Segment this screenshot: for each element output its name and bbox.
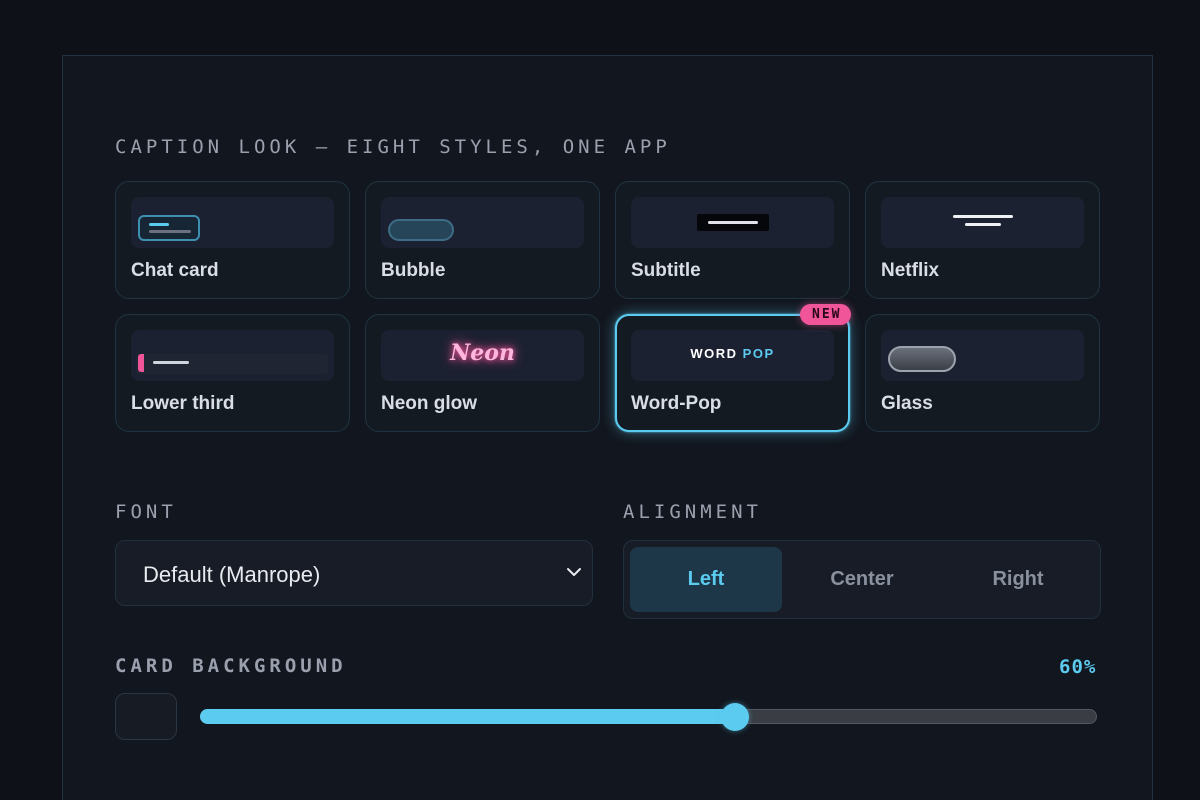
card-background-percent: 60% bbox=[1059, 656, 1097, 678]
alignment-center-button[interactable]: Center bbox=[786, 547, 938, 612]
style-card-word-pop[interactable]: WORD POP Word-Pop NEW bbox=[615, 304, 852, 432]
style-card-label: Netflix bbox=[881, 260, 940, 281]
style-card-netflix[interactable]: Netflix bbox=[865, 181, 1100, 299]
style-card-label: Neon glow bbox=[381, 393, 478, 414]
subtitle-preview-graphic bbox=[697, 214, 769, 231]
font-label: FONT bbox=[115, 501, 177, 523]
alignment-right-button[interactable]: Right bbox=[942, 547, 1094, 612]
style-card-neon-glow[interactable]: Neon Neon glow bbox=[365, 314, 600, 432]
style-card-label: Subtitle bbox=[631, 260, 701, 281]
lower-third-preview-line bbox=[153, 361, 189, 364]
font-select[interactable]: Default (Manrope) bbox=[115, 540, 593, 606]
slider-fill bbox=[200, 709, 736, 724]
lower-third-preview-bar bbox=[136, 354, 328, 374]
caption-settings-panel: CAPTION LOOK — EIGHT STYLES, ONE APP Cha… bbox=[62, 55, 1153, 800]
style-card-label: Word-Pop bbox=[631, 393, 722, 414]
netflix-preview-line-1 bbox=[953, 215, 1013, 218]
chat-card-preview bbox=[131, 197, 334, 248]
neon-glow-preview: Neon bbox=[381, 330, 584, 381]
netflix-preview bbox=[881, 197, 1084, 248]
style-card-lower-third[interactable]: Lower third bbox=[115, 314, 350, 432]
caption-style-grid: Chat card Bubble Subtitle Netflix Lower … bbox=[115, 181, 1101, 433]
style-card-bubble[interactable]: Bubble bbox=[365, 181, 600, 299]
word-pop-preview: WORD POP bbox=[631, 330, 834, 381]
glass-preview-graphic bbox=[888, 346, 956, 372]
card-background-label: CARD BACKGROUND bbox=[115, 655, 347, 677]
caption-look-heading: CAPTION LOOK — EIGHT STYLES, ONE APP bbox=[115, 136, 671, 158]
card-background-color-swatch[interactable] bbox=[115, 693, 177, 740]
style-card-label: Lower third bbox=[131, 393, 235, 414]
new-badge: NEW bbox=[800, 304, 852, 325]
card-background-opacity-slider[interactable] bbox=[200, 702, 1097, 731]
neon-preview-text: Neon bbox=[450, 340, 515, 366]
style-card-label: Glass bbox=[881, 393, 933, 414]
style-card-label: Bubble bbox=[381, 260, 446, 281]
font-select-value: Default (Manrope) bbox=[143, 562, 321, 587]
style-card-label: Chat card bbox=[131, 260, 219, 281]
bubble-preview bbox=[381, 197, 584, 248]
alignment-label: ALIGNMENT bbox=[623, 501, 762, 523]
style-card-glass[interactable]: Glass bbox=[865, 314, 1100, 432]
word-pop-pop: POP bbox=[742, 346, 775, 361]
lower-third-preview bbox=[131, 330, 334, 381]
alignment-left-button[interactable]: Left bbox=[630, 547, 782, 612]
lower-third-preview-accent bbox=[138, 354, 144, 372]
style-card-chat-card[interactable]: Chat card bbox=[115, 181, 350, 299]
word-pop-word: WORD bbox=[690, 346, 738, 361]
netflix-preview-line-2 bbox=[965, 223, 1001, 226]
word-pop-preview-text: WORD POP bbox=[631, 346, 834, 361]
bubble-preview-graphic bbox=[388, 219, 454, 241]
chat-card-preview-graphic bbox=[138, 215, 200, 241]
glass-preview bbox=[881, 330, 1084, 381]
slider-thumb[interactable] bbox=[721, 703, 750, 731]
style-card-subtitle[interactable]: Subtitle bbox=[615, 181, 850, 299]
chevron-down-icon bbox=[567, 568, 581, 576]
alignment-segmented-control: Left Center Right bbox=[623, 540, 1101, 619]
subtitle-preview bbox=[631, 197, 834, 248]
